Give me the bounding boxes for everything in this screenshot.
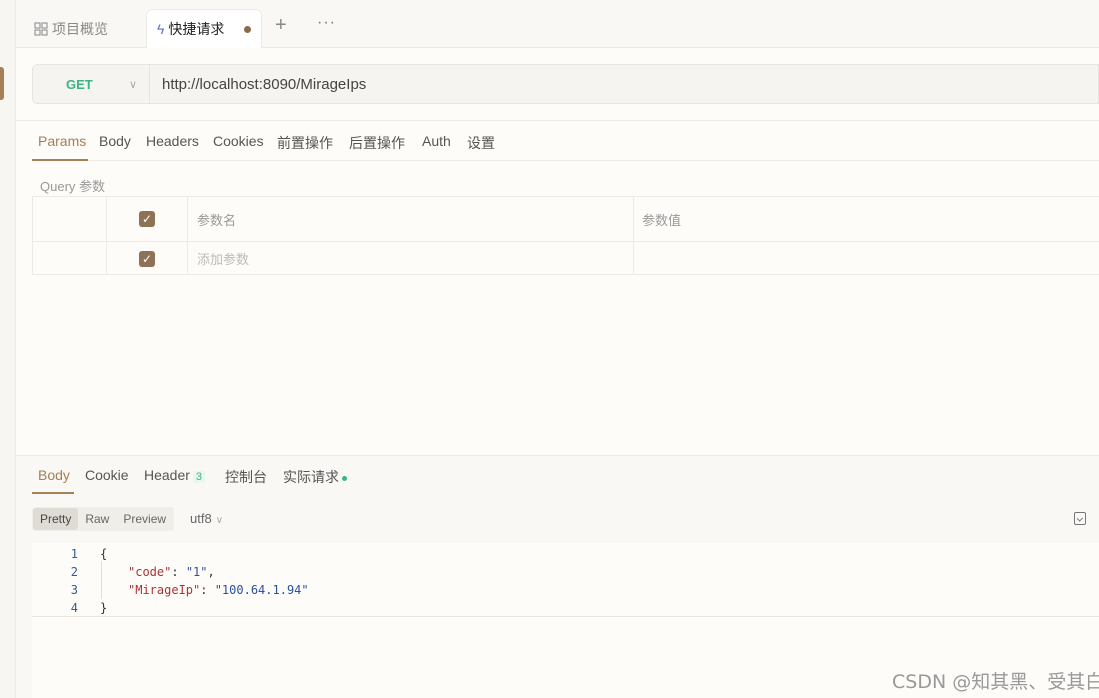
checkbox-cell: ✓ bbox=[107, 197, 188, 241]
add-tab-button[interactable]: + bbox=[275, 14, 287, 37]
response-tab-cookie[interactable]: Cookie bbox=[85, 467, 129, 483]
tab-cookies[interactable]: Cookies bbox=[213, 133, 264, 149]
code-text: { bbox=[100, 547, 108, 561]
view-pretty-button[interactable]: Pretty bbox=[33, 508, 79, 530]
line-number: 2 bbox=[70, 565, 78, 579]
encoding-select[interactable]: utf8 ∨ bbox=[190, 511, 223, 526]
tab-headers[interactable]: Headers bbox=[146, 133, 199, 149]
unsaved-dot-icon bbox=[244, 26, 251, 33]
response-tab-actual-request[interactable]: 实际请求 bbox=[283, 467, 347, 487]
code-text: "MirageIp": "100.64.1.94" bbox=[128, 581, 309, 599]
tab-project-overview[interactable]: 项目概览 bbox=[34, 9, 108, 48]
grid-icon bbox=[34, 21, 48, 36]
header-count-badge: 3 bbox=[192, 471, 206, 483]
response-tab-header[interactable]: Header 3 bbox=[144, 467, 206, 483]
lightning-icon: ϟ bbox=[157, 21, 165, 37]
select-all-checkbox[interactable]: ✓ bbox=[139, 211, 155, 227]
url-bar: GET ∨ http://localhost:8090/MirageIps bbox=[32, 64, 1099, 104]
line-number: 3 bbox=[70, 583, 78, 597]
code-line: 1 { bbox=[32, 545, 1099, 563]
status-dot-icon bbox=[342, 475, 347, 481]
code-line-current: 4 } bbox=[32, 599, 1099, 617]
response-tab-console[interactable]: 控制台 bbox=[225, 467, 267, 487]
chevron-down-icon: ∨ bbox=[128, 78, 137, 91]
more-tabs-button[interactable]: ··· bbox=[317, 14, 336, 32]
method-select[interactable]: GET ∨ bbox=[33, 65, 150, 103]
request-tabs: Params Body Headers Cookies 前置操作 后置操作 Au… bbox=[32, 121, 1099, 161]
json-key: "code" bbox=[128, 565, 172, 579]
encoding-label: utf8 bbox=[190, 511, 212, 526]
code-line: 3 "MirageIp": "100.64.1.94" bbox=[32, 581, 1099, 599]
tab-bar: 项目概览 ϟ 快捷请求 + ··· bbox=[16, 0, 1099, 48]
tab-params[interactable]: Params bbox=[38, 133, 86, 149]
add-param-input[interactable]: 添加参数 bbox=[188, 242, 634, 275]
method-label: GET bbox=[66, 76, 93, 92]
query-params-label: Query 参数 bbox=[40, 179, 106, 194]
checkbox-cell: ✓ bbox=[107, 242, 188, 275]
left-sidebar-strip bbox=[0, 0, 16, 698]
watermark: CSDN @知其黑、受其白 bbox=[892, 671, 1099, 693]
active-response-tab-underline bbox=[32, 492, 74, 494]
active-marker bbox=[0, 67, 4, 100]
row-checkbox[interactable]: ✓ bbox=[139, 250, 155, 267]
code-text: "code": "1", bbox=[128, 563, 215, 581]
response-tab-header-label: Header bbox=[144, 467, 190, 483]
param-value-input[interactable] bbox=[634, 242, 1099, 275]
line-number: 4 bbox=[70, 601, 78, 615]
download-icon[interactable] bbox=[1074, 512, 1086, 525]
params-table: ✓ 参数名 参数值 ✓ 添加参数 bbox=[32, 196, 1099, 275]
json-comma: , bbox=[207, 565, 215, 579]
json-key: "MirageIp" bbox=[128, 583, 201, 597]
main-panel: 项目概览 ϟ 快捷请求 + ··· GET ∨ http://localhost… bbox=[16, 0, 1099, 698]
param-name-header: 参数名 bbox=[188, 197, 634, 241]
tab-post-actions[interactable]: 后置操作 bbox=[349, 133, 405, 153]
url-input[interactable]: http://localhost:8090/MirageIps bbox=[162, 76, 366, 93]
chevron-down-icon: ∨ bbox=[215, 515, 224, 526]
response-tab-body[interactable]: Body bbox=[38, 467, 70, 483]
tab-pre-actions[interactable]: 前置操作 bbox=[277, 133, 333, 153]
response-tab-actual-label: 实际请求 bbox=[283, 469, 339, 485]
table-row: ✓ 添加参数 bbox=[33, 242, 1099, 275]
view-mode-switch: Pretty Raw Preview bbox=[32, 507, 174, 531]
tab-auth[interactable]: Auth bbox=[422, 133, 451, 149]
view-preview-button[interactable]: Preview bbox=[116, 508, 173, 530]
drag-cell bbox=[33, 197, 107, 241]
tab-settings[interactable]: 设置 bbox=[467, 133, 495, 153]
drag-cell bbox=[33, 242, 107, 275]
tab-project-overview-label: 项目概览 bbox=[52, 20, 108, 37]
json-separator: : bbox=[200, 583, 215, 597]
code-text: } bbox=[100, 601, 108, 615]
tab-quick-request[interactable]: ϟ 快捷请求 bbox=[146, 9, 262, 48]
line-number: 1 bbox=[70, 547, 78, 561]
view-raw-button[interactable]: Raw bbox=[78, 508, 116, 530]
table-header-row: ✓ 参数名 参数值 bbox=[33, 197, 1099, 242]
json-separator: : bbox=[171, 565, 186, 579]
param-value-header: 参数值 bbox=[642, 212, 682, 228]
json-value: "1" bbox=[185, 565, 208, 579]
active-tab-underline bbox=[32, 159, 88, 161]
code-line: 2 "code": "1", bbox=[32, 563, 1099, 581]
json-value: "100.64.1.94" bbox=[214, 583, 309, 597]
tab-body[interactable]: Body bbox=[99, 133, 131, 149]
tab-quick-request-label: 快捷请求 bbox=[168, 21, 225, 37]
